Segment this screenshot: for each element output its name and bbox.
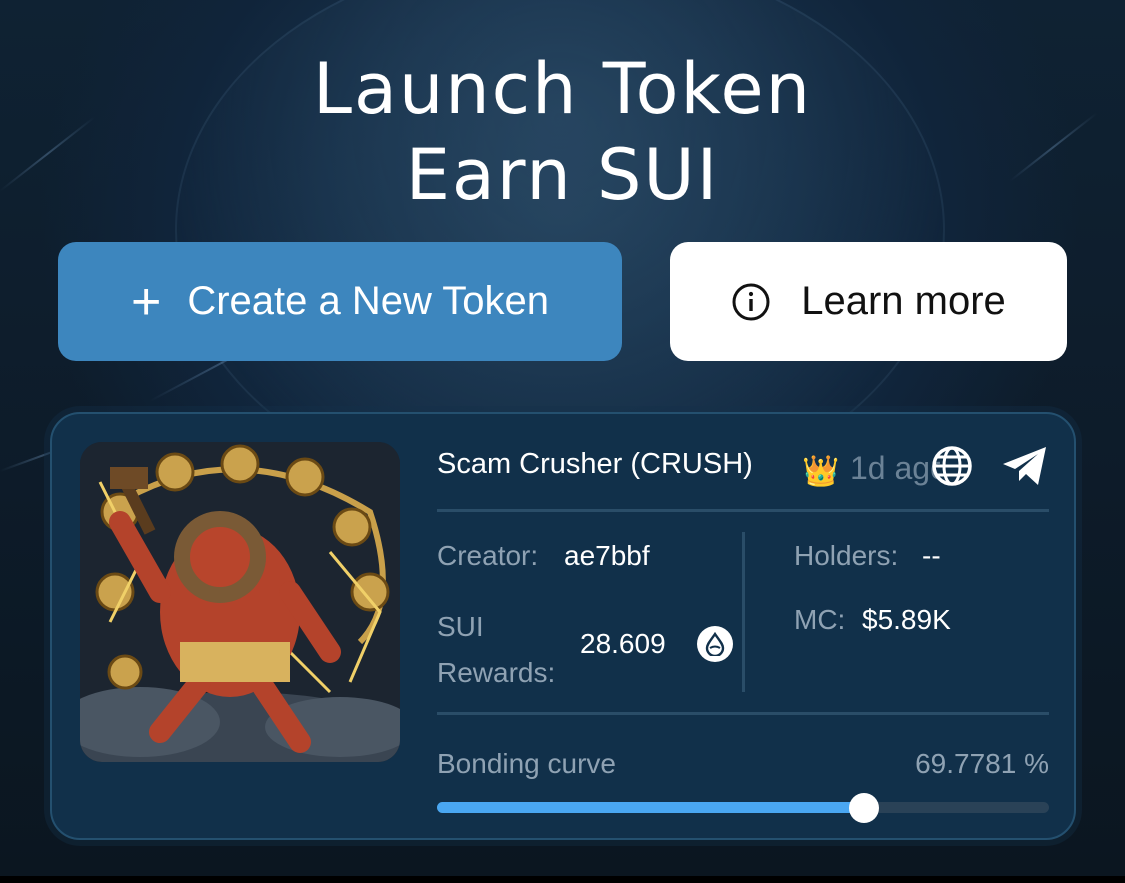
hero-title-line1: Launch Token: [313, 48, 812, 130]
token-artwork: [80, 442, 400, 762]
token-card[interactable]: Scam Crusher (CRUSH) 👑 1d ago Creator: a…: [50, 412, 1076, 840]
token-image[interactable]: [80, 442, 400, 762]
sui-rewards-value: 28.609: [580, 628, 666, 659]
sui-rewards-label-line2: Rewards:: [437, 657, 556, 688]
card-divider-vertical: [742, 532, 745, 692]
token-name[interactable]: Scam Crusher (CRUSH): [437, 448, 753, 481]
create-token-button[interactable]: + Create a New Token: [58, 242, 622, 361]
plus-icon: +: [130, 272, 162, 331]
market-cap-label: MC:: [794, 604, 846, 635]
bonding-curve-progress: [437, 793, 1049, 823]
telegram-icon[interactable]: [1000, 444, 1050, 488]
hero-title-line2: Earn SUI: [405, 134, 720, 216]
info-icon: [732, 283, 770, 320]
sui-rewards-label: SUI Rewards:: [437, 604, 555, 696]
crown-badge-icon: 👑: [802, 455, 840, 488]
learn-more-label: Learn more: [801, 279, 1006, 323]
creator-value[interactable]: ae7bbf: [564, 540, 650, 572]
bonding-curve-knob: [849, 793, 880, 823]
token-age: 1d ago: [850, 450, 940, 486]
bonding-curve-fill: [437, 802, 865, 813]
market-cap-value: $5.89K: [862, 604, 951, 635]
sui-drop-icon: [697, 626, 733, 662]
bonding-curve-value: 69.7781 %: [915, 748, 1049, 779]
learn-more-button[interactable]: Learn more: [670, 242, 1067, 361]
create-token-label: Create a New Token: [187, 279, 550, 323]
card-divider-top: [437, 509, 1049, 512]
holders-value: --: [922, 540, 941, 571]
holders-label: Holders:: [794, 540, 899, 571]
hero-title: Launch Token Earn SUI: [0, 46, 1125, 218]
globe-icon[interactable]: [930, 444, 974, 488]
creator-label: Creator:: [437, 540, 539, 571]
bonding-curve-label: Bonding curve: [437, 748, 617, 779]
card-divider-bottom: [437, 712, 1049, 715]
sui-rewards-label-line1: SUI: [437, 611, 484, 642]
bottom-edge: [0, 876, 1125, 883]
